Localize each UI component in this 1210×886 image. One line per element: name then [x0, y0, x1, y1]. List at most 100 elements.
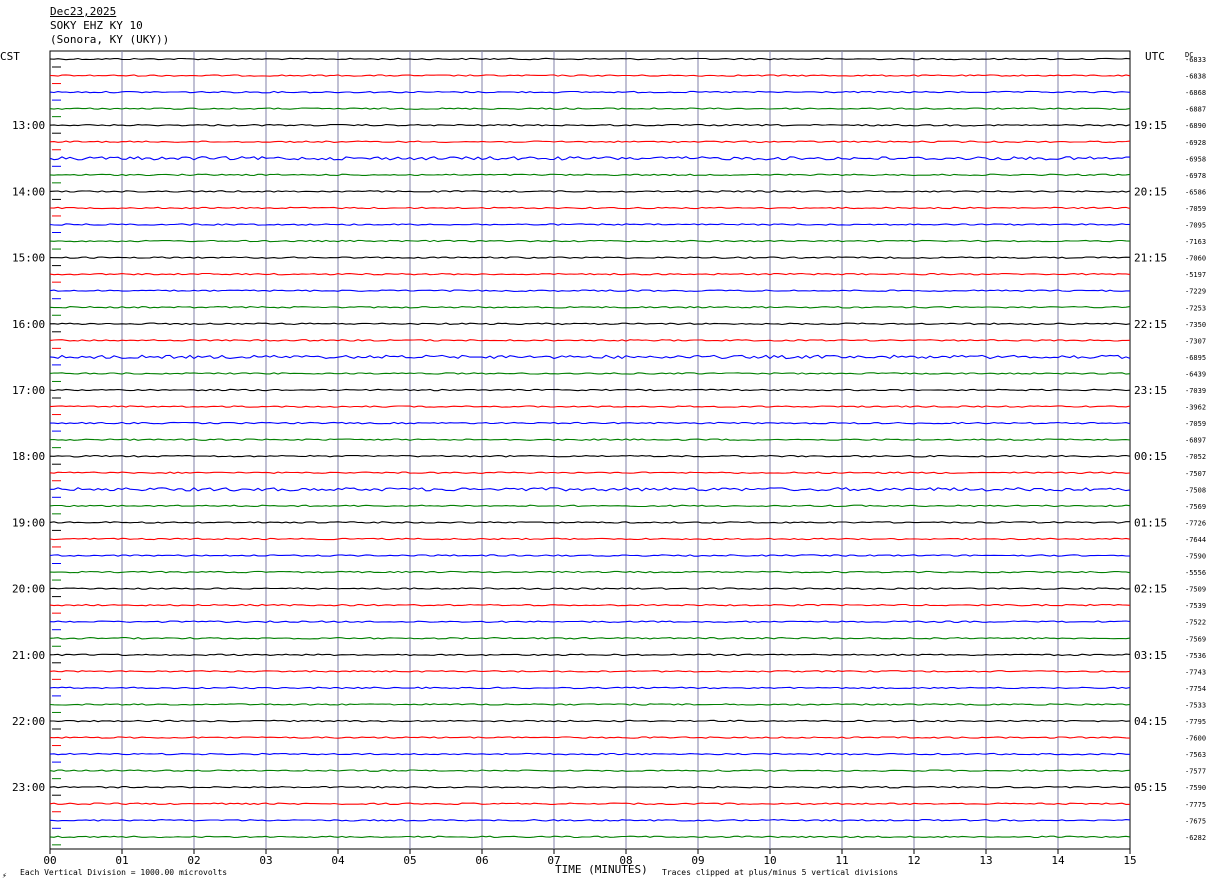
hour-label-utc: 01:15	[1134, 516, 1167, 529]
dc-offset-label: -6838	[1185, 73, 1206, 81]
trace-line	[50, 719, 1131, 723]
trace-line	[49, 637, 1131, 640]
trace-line	[49, 802, 1131, 805]
plot-frame	[49, 50, 1131, 850]
dc-offset-label: -7350	[1185, 321, 1206, 329]
dc-offset-label: -7509	[1185, 586, 1206, 594]
hour-label-cst: 17:00	[12, 384, 45, 397]
hour-label-cst: 20:00	[12, 583, 45, 596]
dc-offset-label: -7675	[1185, 817, 1206, 825]
trace-line	[49, 752, 1130, 756]
footer-left-mark: ⚡	[2, 871, 7, 880]
trace-line	[49, 603, 1131, 607]
trace-line	[49, 819, 1131, 822]
hour-label-utc: 19:15	[1134, 119, 1167, 132]
x-tick-label: 05	[403, 854, 416, 867]
trace-line	[49, 57, 1131, 61]
dc-offset-label: -5556	[1185, 569, 1206, 577]
trace-line	[49, 785, 1131, 789]
trace-line	[49, 554, 1130, 557]
hour-label-utc: 20:15	[1134, 185, 1167, 198]
trace-line	[49, 306, 1131, 309]
dc-offset-label: -6895	[1185, 354, 1206, 362]
dc-offset-label: -7163	[1185, 238, 1206, 246]
trace-line	[50, 487, 1131, 492]
trace-line	[49, 736, 1131, 739]
dc-offset-label: -7569	[1185, 635, 1206, 643]
dc-offset-label: -7095	[1185, 222, 1206, 230]
trace-line	[49, 769, 1131, 772]
dc-offset-label: -5197	[1185, 271, 1206, 279]
x-tick-label: 09	[691, 854, 704, 867]
dc-offset-label: -7060	[1185, 255, 1206, 263]
hour-label-utc: 04:15	[1134, 715, 1167, 728]
trace-line	[49, 206, 1131, 210]
trace-line	[49, 835, 1131, 839]
hour-label-cst: 13:00	[12, 119, 45, 132]
trace-line	[49, 686, 1131, 690]
x-tick-label: 15	[1123, 854, 1136, 867]
dc-offset-label: -6586	[1185, 188, 1206, 196]
dc-offset-label: -7229	[1185, 288, 1206, 296]
trace-line	[49, 670, 1131, 673]
dc-offset-label: -7253	[1185, 304, 1206, 312]
x-tick-label: 10	[763, 854, 776, 867]
x-tick-label: 06	[475, 854, 488, 867]
dc-offset-label: -7600	[1185, 735, 1206, 743]
trace-line	[49, 587, 1131, 590]
dc-offset-label: -7539	[1185, 602, 1206, 610]
seismogram-plot: 00 01 02 03 04 05 06 07 08 09 10 11 12 13 14 15-6833-68…	[0, 50, 1206, 876]
x-tick-label: 13	[979, 854, 992, 867]
dc-offset-label: -3962	[1185, 404, 1206, 412]
axis-labels: 00 01 02 03 04 05 06 07 08 09 10 11 12 13 14 15-6833-68…	[12, 56, 1206, 867]
dc-offset-label: -7052	[1185, 453, 1206, 461]
hour-label-cst: 23:00	[12, 781, 45, 794]
dc-offset-label: -7644	[1185, 536, 1206, 544]
trace-line	[49, 173, 1131, 177]
dc-offset-label: -7754	[1185, 685, 1206, 693]
x-tick-label: 01	[115, 854, 128, 867]
dc-offset-label: -7059	[1185, 205, 1206, 213]
dc-offset-label: -7508	[1185, 486, 1206, 494]
dc-offset-label: -7533	[1185, 701, 1206, 709]
trace-line	[49, 156, 1131, 161]
dc-offset-label: -7563	[1185, 751, 1206, 759]
dc-offset-label: -7536	[1185, 652, 1206, 660]
dc-offset-label: -7726	[1185, 519, 1206, 527]
left-axis-title: CST	[0, 50, 20, 63]
dc-offset-label: -7577	[1185, 768, 1206, 776]
hour-label-utc: 03:15	[1134, 649, 1167, 662]
x-tick-label: 02	[187, 854, 200, 867]
trace-line	[49, 140, 1131, 143]
trace-line	[49, 570, 1131, 574]
trace-line	[49, 388, 1131, 392]
trace-line	[49, 703, 1131, 706]
hour-label-cst: 18:00	[12, 450, 45, 463]
dc-offset-label: -7775	[1185, 801, 1206, 809]
dc-offset-label: -7743	[1185, 668, 1206, 676]
x-tick-label: 04	[331, 854, 345, 867]
trace-line	[49, 123, 1131, 127]
dc-offset-label: -6897	[1185, 437, 1206, 445]
dc-offset-label: -7522	[1185, 619, 1206, 627]
trace-line	[49, 223, 1131, 226]
dc-offset-label: -6928	[1185, 139, 1206, 147]
hour-label-cst: 14:00	[12, 185, 45, 198]
trace-line	[49, 504, 1131, 508]
x-tick-label: 11	[835, 854, 848, 867]
trace-line	[49, 322, 1131, 326]
dc-offset-label: -6890	[1185, 122, 1206, 130]
trace-line	[50, 421, 1131, 425]
x-axis-title: TIME (MINUTES)	[555, 863, 648, 876]
dc-offset-label: -7039	[1185, 387, 1206, 395]
trace-line	[49, 239, 1131, 243]
trace-line	[49, 405, 1131, 408]
trace-line	[49, 256, 1131, 259]
trace-line	[49, 471, 1131, 474]
hour-label-utc: 05:15	[1134, 781, 1167, 794]
trace-line	[49, 90, 1131, 94]
dc-offset-label: -6887	[1185, 106, 1206, 114]
x-tick-label: 14	[1051, 854, 1065, 867]
trace-line	[49, 653, 1131, 657]
dc-offset-label: -7795	[1185, 718, 1206, 726]
